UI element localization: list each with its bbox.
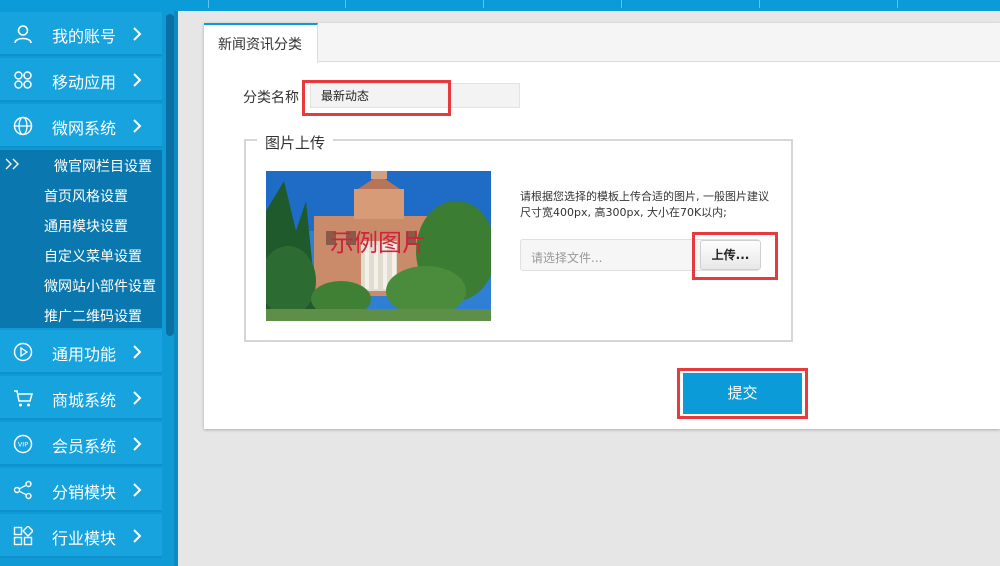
- content-panel: 新闻资讯分类 分类名称 最新动态 图片上传 示例图片 请根据您选择的模板上传合适…: [204, 23, 1000, 429]
- sidebar-item-label: 会员系统: [52, 437, 117, 456]
- image-upload-legend: 图片上传: [257, 132, 334, 153]
- sidebar-item-label: 通用功能: [52, 345, 117, 364]
- submit-button[interactable]: 提交: [683, 373, 802, 414]
- sidebar-scroll-track[interactable]: [174, 11, 178, 566]
- vip-icon: VIP: [13, 434, 33, 454]
- top-bar: [0, 0, 1000, 11]
- chevron-right-icon: [133, 73, 142, 87]
- category-name-input[interactable]: 最新动态: [310, 83, 520, 108]
- chevron-right-icon: [133, 27, 142, 41]
- sidebar-item-distribution[interactable]: 分销模块: [0, 468, 162, 512]
- sidebar-item-micro-site[interactable]: 微网系统: [0, 104, 162, 148]
- share-icon: [13, 480, 32, 500]
- sidebar-submenu: 微官网栏目设置 首页风格设置 通用模块设置 自定义菜单设置 微网站小部件设置 推…: [0, 150, 162, 328]
- user-icon: [14, 25, 32, 44]
- double-chevron-icon: [5, 158, 19, 170]
- sidebar-item-industry[interactable]: 行业模块: [0, 514, 162, 558]
- sidebar-item-label: 行业模块: [52, 529, 117, 548]
- chevron-right-icon: [133, 345, 142, 359]
- chevron-right-icon: [133, 529, 142, 543]
- play-icon: [13, 342, 33, 362]
- submenu-item-channel-settings[interactable]: 微官网栏目设置: [0, 150, 162, 180]
- chevron-right-icon: [133, 391, 142, 405]
- image-watermark: 示例图片: [330, 229, 426, 257]
- tab-news-category[interactable]: 新闻资讯分类: [204, 23, 318, 63]
- submenu-item-widgets[interactable]: 微网站小部件设置: [0, 270, 162, 300]
- sidebar-item-shop[interactable]: 商城系统: [0, 376, 162, 420]
- category-name-label: 分类名称: [243, 90, 299, 106]
- sidebar-item-label: 商城系统: [52, 391, 117, 410]
- sidebar-scrollbar[interactable]: [166, 14, 174, 336]
- sidebar-item-membership[interactable]: VIP 会员系统: [0, 422, 162, 466]
- sidebar-item-label: 移动应用: [52, 73, 117, 92]
- sidebar-item-account[interactable]: 我的账号: [0, 12, 162, 56]
- submenu-item-home-style[interactable]: 首页风格设置: [0, 180, 162, 210]
- tab-bar: 新闻资讯分类: [204, 23, 1000, 63]
- sidebar-item-label: 微网系统: [52, 119, 117, 138]
- grid-icon: [13, 526, 33, 546]
- sidebar-item-label: 分销模块: [52, 483, 117, 502]
- chevron-right-icon: [133, 437, 142, 451]
- sample-image: 示例图片: [266, 171, 491, 321]
- submenu-item-qrcode[interactable]: 推广二维码设置: [0, 300, 162, 330]
- globe-icon: [13, 116, 33, 136]
- svg-text:VIP: VIP: [18, 441, 28, 449]
- submenu-item-common-modules[interactable]: 通用模块设置: [0, 210, 162, 240]
- chevron-down-icon: [133, 119, 142, 133]
- chevron-right-icon: [133, 483, 142, 497]
- sidebar-item-mobile-apps[interactable]: 移动应用: [0, 58, 162, 102]
- submenu-item-custom-menu[interactable]: 自定义菜单设置: [0, 240, 162, 270]
- upload-button[interactable]: 上传...: [700, 240, 761, 270]
- sidebar-item-label: 我的账号: [52, 27, 117, 46]
- cart-icon: [14, 390, 33, 407]
- sidebar-item-general[interactable]: 通用功能: [0, 330, 162, 374]
- upload-hint: 请根据您选择的模板上传合适的图片, 一般图片建议 尺寸宽400px, 高300p…: [520, 190, 769, 219]
- apps-icon: [14, 71, 32, 89]
